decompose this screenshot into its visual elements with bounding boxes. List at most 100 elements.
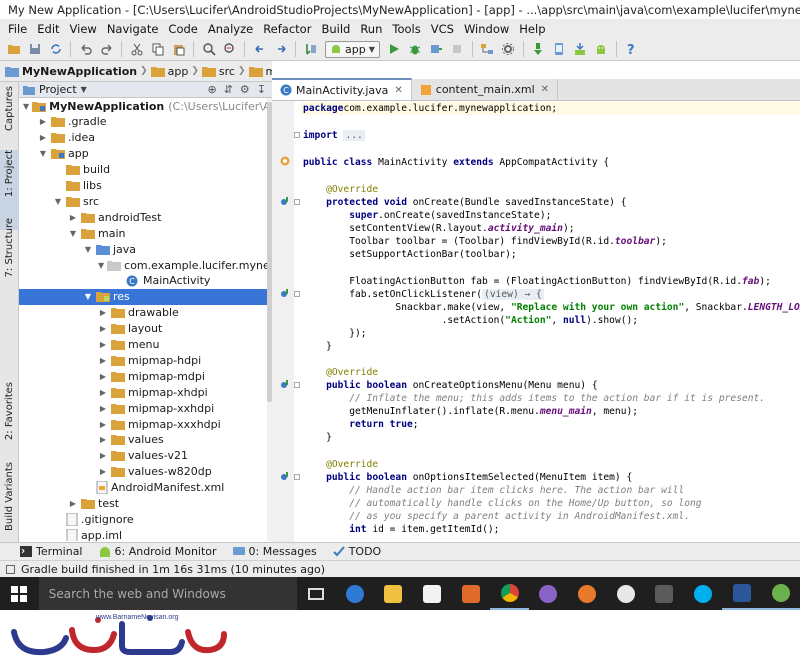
breadcrumb-item[interactable]: app [150,65,188,78]
tree-item[interactable]: ▶ values-w820dp [19,464,267,480]
close-icon[interactable]: ✕ [541,84,549,95]
tree-item[interactable]: libs [19,178,267,194]
menu-window[interactable]: Window [459,22,514,36]
tree-item[interactable]: app.iml [19,527,267,541]
tree-item[interactable]: ▶ drawable [19,305,267,321]
tree-item[interactable]: ▼ src [19,193,267,209]
code-line[interactable]: fab.setOnClickListener((view) → { [303,288,544,301]
stop-icon[interactable] [448,40,467,59]
menu-edit[interactable]: Edit [32,22,64,36]
code-line[interactable]: // as you specify a parent activity in A… [303,510,690,523]
menu-tools[interactable]: Tools [387,22,425,36]
calculator-icon[interactable] [645,577,684,610]
tree-item[interactable]: ▼ java [19,241,267,257]
project-structure-icon[interactable] [478,40,497,59]
code-line[interactable]: // Inflate the menu; this adds items to … [303,392,765,405]
code-line[interactable]: super.onCreate(savedInstanceState); [303,209,551,222]
find-icon[interactable] [199,40,218,59]
code-line[interactable]: } [303,340,332,353]
tree-item[interactable]: ▶ mipmap-xxhdpi [19,400,267,416]
copy-icon[interactable] [148,40,167,59]
android-studio-taskbar-icon[interactable] [761,577,800,610]
tool-tab[interactable]: TODO [332,545,381,558]
avd-manager-icon[interactable] [550,40,569,59]
tree-item[interactable]: ▼ main [19,225,267,241]
make-project-icon[interactable] [301,40,320,59]
code-line[interactable]: getMenuInflater().inflate(R.menu.menu_ma… [303,405,638,418]
breadcrumb-item[interactable]: main [248,65,272,78]
media-player-icon[interactable] [451,577,490,610]
expanded-arrow-icon[interactable]: ▼ [83,292,93,301]
sync-icon[interactable] [46,40,65,59]
save-icon[interactable] [25,40,44,59]
scroll-from-source-icon[interactable]: ⊕ [207,83,216,96]
collapsed-arrow-icon[interactable]: ▶ [98,372,108,381]
expanded-arrow-icon[interactable]: ▼ [98,261,104,270]
code-editor[interactable]: packagecom.example.lucifer.mynewapplicat… [300,101,800,542]
code-line[interactable]: packagecom.example.lucifer.mynewapplicat… [300,102,800,115]
collapsed-arrow-icon[interactable]: ▶ [98,467,108,476]
expanded-arrow-icon[interactable]: ▼ [83,245,93,254]
tree-item[interactable]: ▶ values-v21 [19,448,267,464]
tree-item[interactable]: ▶ test [19,496,267,512]
chrome-icon[interactable] [490,577,529,610]
gear-icon[interactable]: ⚙ [240,83,250,96]
expanded-arrow-icon[interactable]: ▼ [38,149,48,158]
attach-debugger-icon[interactable] [427,40,446,59]
tree-item[interactable]: ▶ androidTest [19,209,267,225]
implement-method-icon[interactable] [280,288,290,298]
code-line[interactable]: return true; [303,418,418,431]
tree-item[interactable]: C MainActivity [19,273,267,289]
menu-run[interactable]: Run [355,22,387,36]
firefox-icon[interactable] [568,577,607,610]
tree-item[interactable]: ▶ mipmap-mdpi [19,368,267,384]
tool-tab[interactable]: Terminal [20,545,83,558]
tool-tab[interactable]: 0: Messages [232,545,317,558]
tree-item[interactable]: .gitignore [19,511,267,527]
forward-icon[interactable] [271,40,290,59]
tree-item[interactable]: AndroidManifest.xml [19,480,267,496]
menu-code[interactable]: Code [163,22,202,36]
collapsed-arrow-icon[interactable]: ▶ [98,324,108,333]
expanded-arrow-icon[interactable]: ▼ [68,229,78,238]
code-line[interactable]: FloatingActionButton fab = (FloatingActi… [303,275,771,288]
code-line[interactable]: }); [303,327,366,340]
code-token[interactable]: ... [343,130,365,141]
expanded-arrow-icon[interactable]: ▼ [23,102,29,111]
code-line[interactable]: public class MainActivity extends AppCom… [303,156,609,169]
code-line[interactable]: setSupportActionBar(toolbar); [303,248,517,261]
visual-studio-icon[interactable] [529,577,568,610]
collapsed-arrow-icon[interactable]: ▶ [38,133,48,142]
editor-tab[interactable]: content_main.xml ✕ [412,79,559,100]
code-token[interactable]: (view) → { [482,289,544,300]
tree-item[interactable]: ▼ MyNewApplication(C:\Users\Lucifer\Andro… [19,98,267,114]
tab-favorites[interactable]: 2: Favorites [0,382,19,450]
menu-navigate[interactable]: Navigate [102,22,164,36]
menu-refactor[interactable]: Refactor [258,22,316,36]
collapsed-arrow-icon[interactable]: ▶ [68,213,78,222]
menu-file[interactable]: File [3,22,32,36]
tab-build-variants[interactable]: Build Variants [0,462,19,534]
override-method-icon[interactable] [280,379,290,389]
paint-icon[interactable] [606,577,645,610]
help-icon[interactable]: ? [622,40,641,59]
tab-structure[interactable]: 7: Structure [0,218,19,294]
collapsed-arrow-icon[interactable]: ▶ [38,117,48,126]
redo-icon[interactable] [97,40,116,59]
expanded-arrow-icon[interactable]: ▼ [53,197,63,206]
code-line[interactable]: int id = item.getItemId(); [303,523,499,536]
collapsed-arrow-icon[interactable]: ▶ [98,420,108,429]
start-button[interactable] [0,577,39,610]
collapsed-arrow-icon[interactable]: ▶ [98,435,108,444]
code-line[interactable]: Snackbar.make(view, "Replace with your o… [303,301,800,314]
taskbar-search-box[interactable]: Search the web and Windows [38,577,297,610]
tree-item[interactable]: ▼ app [19,146,267,162]
tree-item[interactable]: ▶ menu [19,337,267,353]
hide-panel-icon[interactable]: ↧ [257,83,266,96]
replace-icon[interactable] [220,40,239,59]
file-explorer-icon[interactable] [374,577,413,610]
sdk-manager-icon[interactable] [571,40,590,59]
collapsed-arrow-icon[interactable]: ▶ [98,340,108,349]
tool-window-toggle-icon[interactable] [6,564,15,574]
code-line[interactable]: @Override [303,458,378,471]
